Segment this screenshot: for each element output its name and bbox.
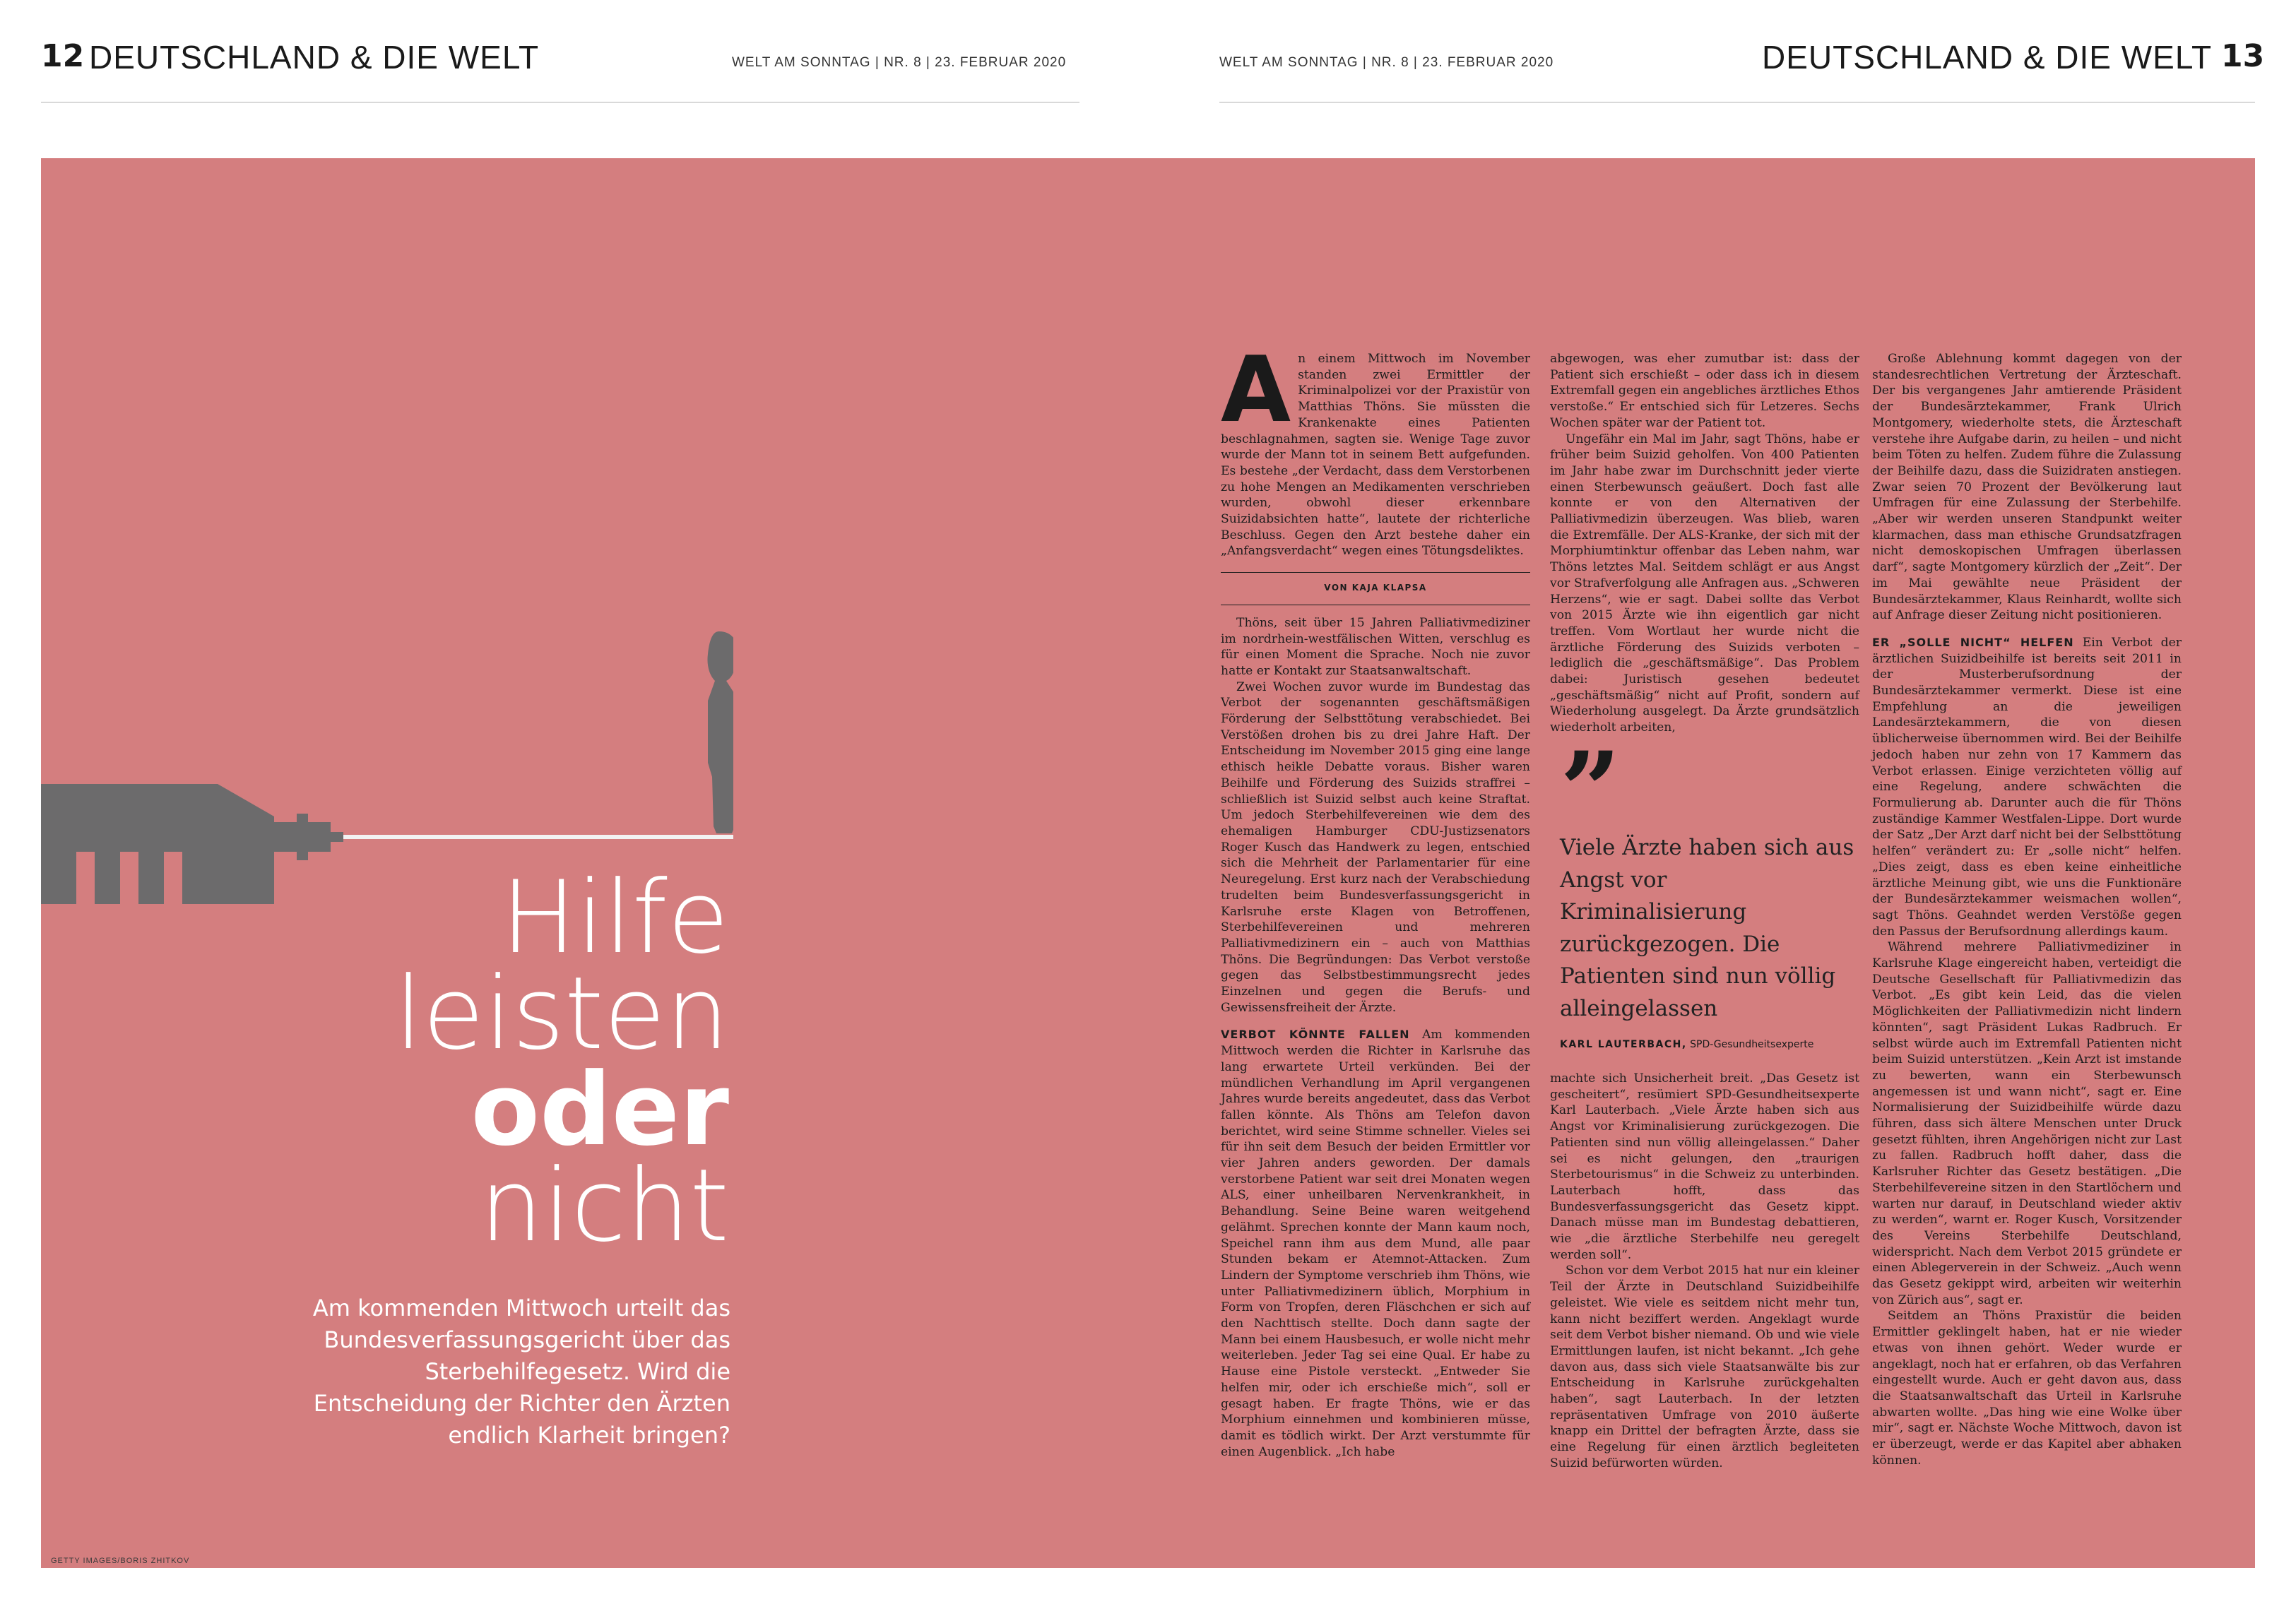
headline-line-3: oder [471,1052,729,1168]
standing-man-figure [707,631,733,833]
subhead-text: Ein Verbot der ärztlichen Suizidbeihilfe… [1872,635,2182,939]
right-section-rubric: DEUTSCHLAND & DIE WELT [1762,39,2213,76]
article-column-2: abgewogen, was eher zumutbar ist: dass d… [1550,351,1859,736]
quote-mark: ” [1560,729,1621,853]
drop-cap: A [1221,338,1291,443]
quote-author-role: SPD-Gesundheitsexperte [1690,1039,1814,1050]
syringe-needle [343,835,733,839]
body-paragraph: Seitdem an Thöns Praxistür die beiden Er… [1872,1309,2182,1468]
article-column-3: Große Ablehnung kommt dagegen von der st… [1872,351,2182,1469]
body-paragraph: machte sich Unsicherheit breit. „Das Ges… [1550,1071,1859,1262]
quote-text: Viele Ärzte haben sich aus Angst vor Kri… [1560,835,1854,1021]
body-paragraph: Schon vor dem Verbot 2015 hat nur ein kl… [1550,1264,1859,1470]
body-paragraph: Ungefähr ein Mal im Jahr, sagt Thöns, ha… [1550,432,1859,735]
right-page-number: 13 [2221,38,2265,74]
left-issue-meta: WELT AM SONNTAG | NR. 8 | 23. FEBRUAR 20… [732,55,1067,70]
subhead: VERBOT KÖNNTE FALLEN [1221,1028,1410,1042]
quote-attribution: KARL LAUTERBACH, SPD-Gesundheitsexperte [1560,1039,1857,1050]
headline: Hilfe leisten oder nicht [394,860,729,1264]
body-paragraph: Während mehrere Palliativmediziner in Ka… [1872,940,2182,1307]
syringe-nozzle [274,814,343,860]
photo-credit: GETTY IMAGES/BORIS ZHITKOV [51,1557,190,1565]
right-header-rule [1219,102,2255,103]
article-column-1: An einem Mittwoch im November standen zw… [1221,338,1530,1460]
syringe-body [41,784,274,904]
subhead: ER „SOLLE NICHT“ HELFEN [1872,635,2074,649]
subhead-text: Am kommenden Mittwoch werden die Richter… [1221,1028,1530,1459]
headline-line-2: leisten [394,956,729,1072]
body-paragraph: Thöns, seit über 15 Jahren Palliativmedi… [1221,615,1530,678]
subhead-paragraph: ER „SOLLE NICHT“ HELFEN Ein Verbot der ä… [1872,635,2182,939]
byline-rule-top [1221,572,1530,573]
byline: VON KAJA KLAPSA [1324,583,1427,593]
quote-author: KARL LAUTERBACH, [1560,1039,1687,1050]
subhead-paragraph: VERBOT KÖNNTE FALLEN Am kommenden Mittwo… [1221,1027,1530,1460]
lead-paragraph: An einem Mittwoch im November standen zw… [1221,338,1530,559]
deck-text: Am kommenden Mittwoch urteilt das Bundes… [312,1295,730,1449]
pull-quote: ” Viele Ärzte haben sich aus Angst vor K… [1560,729,1857,1050]
article-column-2-lower: machte sich Unsicherheit breit. „Das Ges… [1550,1071,1859,1472]
body-paragraph: Große Ablehnung kommt dagegen von der st… [1872,352,2182,623]
right-issue-meta: WELT AM SONNTAG | NR. 8 | 23. FEBRUAR 20… [1219,55,1554,70]
body-paragraph: abgewogen, was eher zumutbar ist: dass d… [1550,352,1859,430]
headline-line-1: Hilfe [500,860,729,976]
left-section-rubric: DEUTSCHLAND & DIE WELT [89,39,540,76]
body-paragraph: Zwei Wochen zuvor wurde im Bundestag das… [1221,679,1530,1015]
headline-line-4: nicht [479,1148,729,1264]
left-header-rule [41,102,1079,103]
left-page-number: 12 [41,38,85,74]
